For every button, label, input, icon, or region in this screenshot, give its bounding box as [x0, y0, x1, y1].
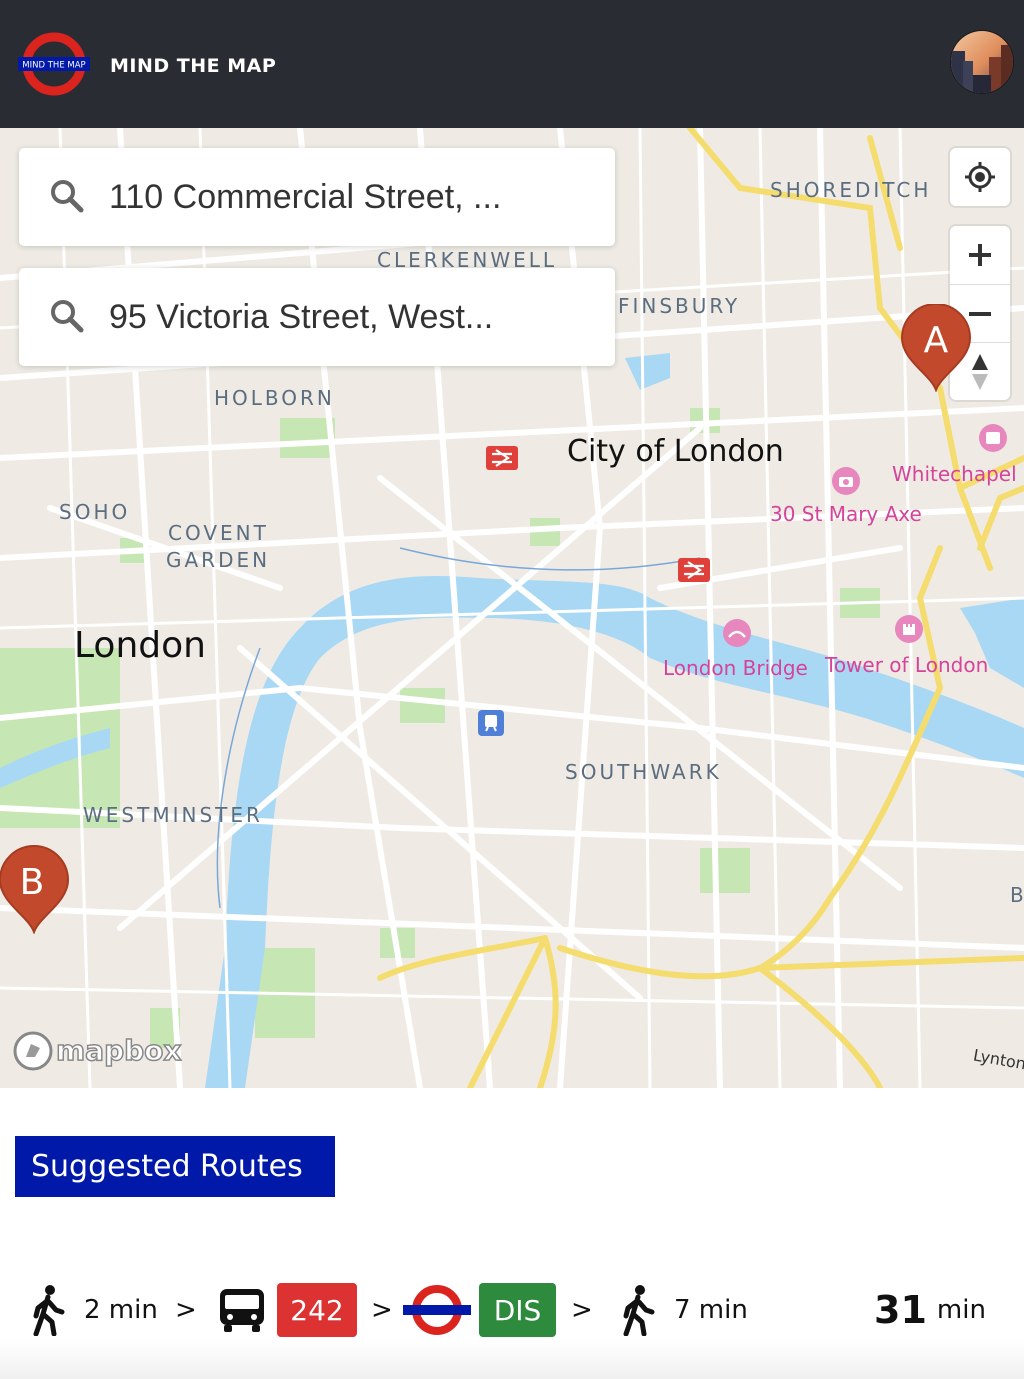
- map-label-covent-garden-2: GARDEN: [166, 548, 271, 572]
- walk-duration-2: 7 min: [674, 1295, 748, 1325]
- suggested-routes-heading: Suggested Routes: [15, 1136, 335, 1197]
- map-label-covent-garden: COVENT: [168, 521, 269, 545]
- destination-search-box[interactable]: 95 Victoria Street, West...: [19, 268, 615, 366]
- app-header: MIND THE MAP MIND THE MAP: [0, 0, 1024, 128]
- logo-text: MIND THE MAP: [22, 61, 85, 71]
- map-label-london-bridge: London Bridge: [663, 656, 808, 680]
- map-label-southwark: SOUTHWARK: [565, 760, 722, 784]
- map-label-tower-of-london: Tower of London: [825, 653, 989, 677]
- line-code-badge: DIS: [479, 1283, 556, 1337]
- map-label-london: London: [74, 625, 206, 666]
- mapbox-logo-icon: mapbox: [13, 1031, 182, 1071]
- roundel-logo-icon[interactable]: MIND THE MAP: [18, 32, 90, 96]
- map-label-whitechapel: Whitechapel: [892, 462, 1017, 486]
- metro-station-icon[interactable]: [478, 710, 504, 736]
- mapbox-logo-text: mapbox: [56, 1034, 181, 1067]
- bridge-poi-icon[interactable]: [722, 618, 752, 648]
- total-unit: min: [936, 1295, 986, 1325]
- camera-poi-icon[interactable]: [831, 466, 861, 496]
- total-minutes: 31: [874, 1288, 927, 1332]
- zoom-in-button[interactable]: [950, 226, 1010, 284]
- destination-search-input[interactable]: 95 Victoria Street, West...: [109, 298, 493, 337]
- origin-marker-a[interactable]: A: [900, 304, 972, 392]
- app-title: MIND THE MAP: [110, 55, 277, 77]
- zoom-in-icon: [969, 244, 991, 266]
- separator-3: >: [571, 1295, 593, 1325]
- mapbox-attribution[interactable]: mapbox: [12, 1030, 187, 1076]
- map-label-shoreditch: SHOREDITCH: [770, 178, 932, 202]
- gallery-poi-icon[interactable]: [978, 423, 1008, 453]
- geolocate-button[interactable]: [950, 148, 1010, 206]
- rail-station-icon[interactable]: [486, 446, 518, 470]
- geolocate-control[interactable]: [950, 148, 1010, 206]
- bus-icon: [220, 1289, 264, 1332]
- map-label-st-mary-axe: 30 St Mary Axe: [770, 502, 922, 526]
- bus-number-badge: 242: [277, 1283, 357, 1337]
- user-avatar[interactable]: [950, 30, 1014, 94]
- destination-marker-b[interactable]: B: [0, 844, 70, 934]
- map-view[interactable]: SHOREDITCH CLERKENWELL FINSBURY HOLBORN …: [0, 128, 1024, 1088]
- map-label-finsbury: FINSBURY: [618, 294, 741, 318]
- map-label-westminster: WESTMINSTER: [83, 803, 263, 827]
- separator-2: >: [371, 1295, 393, 1325]
- walk-icon: [623, 1285, 655, 1336]
- origin-search-box[interactable]: 110 Commercial Street, ...: [19, 148, 615, 246]
- map-label-city-of-london: City of London: [567, 434, 784, 469]
- bottom-fade: [0, 1340, 1024, 1379]
- geolocate-icon: [965, 162, 995, 192]
- destination-marker-label: B: [20, 862, 45, 903]
- origin-search-input[interactable]: 110 Commercial Street, ...: [109, 178, 501, 217]
- search-icon: [51, 300, 84, 333]
- underground-roundel-icon: [403, 1285, 471, 1335]
- origin-marker-label: A: [924, 320, 949, 361]
- walk-icon: [33, 1285, 65, 1336]
- map-label-edge-b: B: [1010, 883, 1024, 907]
- map-label-soho: SOHO: [59, 500, 131, 524]
- map-label-holborn: HOLBORN: [214, 386, 335, 410]
- avatar-photo-icon: [951, 31, 1013, 93]
- separator-1: >: [175, 1295, 197, 1325]
- rail-station-icon[interactable]: [678, 558, 710, 582]
- castle-poi-icon[interactable]: [894, 614, 924, 644]
- search-icon: [51, 180, 84, 213]
- walk-duration-1: 2 min: [84, 1295, 158, 1325]
- compass-icon: [972, 353, 988, 390]
